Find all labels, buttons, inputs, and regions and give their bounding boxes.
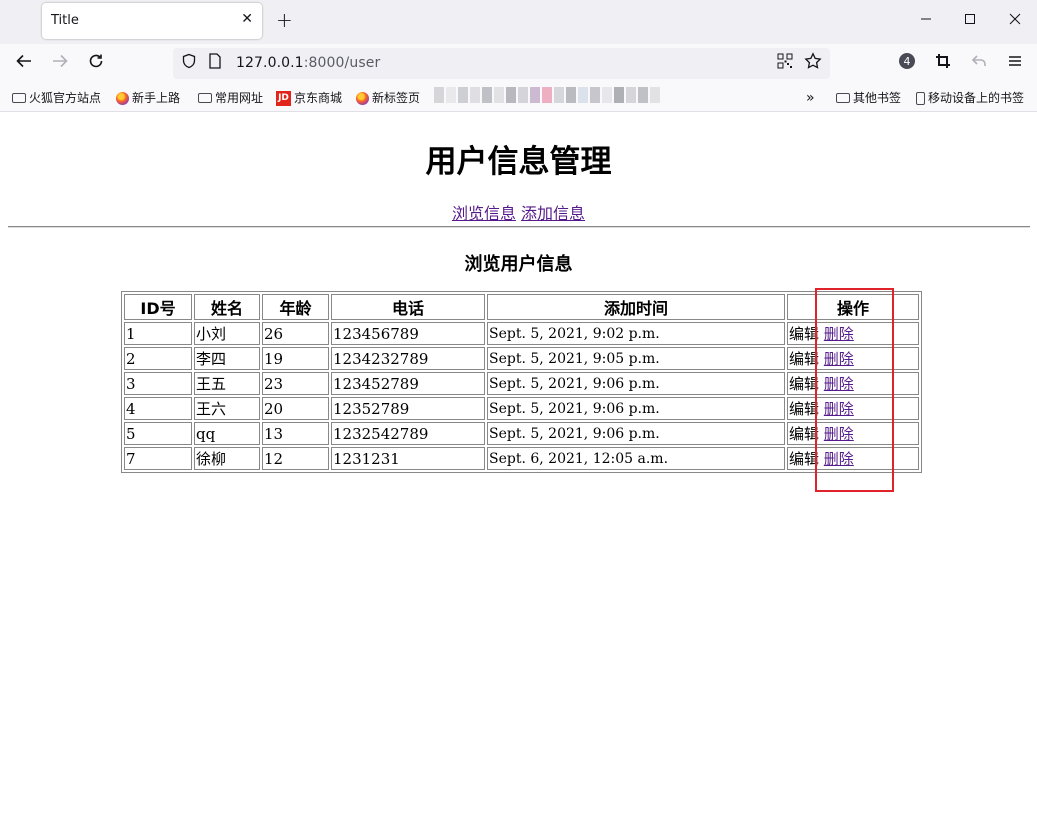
forward-icon[interactable] [48,52,72,76]
table-row: 7 徐柳 12 1231231 Sept. 6, 2021, 12:05 a.m… [124,447,919,470]
table-header-row: ID号 姓名 年龄 电话 添加时间 操作 [124,294,919,320]
cell-id: 5 [124,422,192,445]
table-row: 3 王五 23 123452789 Sept. 5, 2021, 9:06 p.… [124,372,919,395]
divider [8,226,1030,228]
table-row: 5 qq 13 1232542789 Sept. 5, 2021, 9:06 p… [124,422,919,445]
cell-age: 12 [262,447,329,470]
cell-age: 13 [262,422,329,445]
more-bookmarks-chevron-icon[interactable]: » [806,89,815,107]
bookmark-item[interactable]: 其他书签 [836,89,901,107]
folder-icon [198,92,212,103]
tab-close-icon[interactable]: ✕ [241,11,253,27]
redacted-bookmarks [434,87,662,105]
bookmark-item[interactable]: 新手上路 [116,89,180,107]
firefox-icon [356,92,369,105]
shield-icon[interactable] [177,52,201,76]
firefox-icon [116,92,129,105]
crop-icon[interactable] [931,52,955,76]
bookmark-label: 移动设备上的书签 [928,91,1025,105]
bookmark-item[interactable]: 新标签页 [356,89,420,107]
mobile-icon [916,92,925,105]
bookmark-item[interactable]: 常用网址 [198,89,263,107]
page-nav: 浏览信息 添加信息 [0,200,1037,224]
cell-age: 19 [262,347,329,370]
header-phone: 电话 [331,294,485,320]
maximize-icon[interactable] [950,6,990,36]
header-add-time: 添加时间 [487,294,785,320]
qr-code-icon[interactable] [773,52,797,76]
bookmark-label: 新手上路 [132,91,181,105]
table-row: 4 王六 20 12352789 Sept. 5, 2021, 9:06 p.m… [124,397,919,420]
cell-id: 3 [124,372,192,395]
url-host: 127.0.0.1 [236,55,304,71]
browse-info-link[interactable]: 浏览信息 [452,204,516,223]
cell-name: 李四 [194,347,260,370]
cell-age: 23 [262,372,329,395]
bookmark-label: 新标签页 [372,91,421,105]
cell-phone: 1234232789 [331,347,485,370]
header-id: ID号 [124,294,192,320]
back-icon[interactable] [12,52,36,76]
bookmark-label: 其他书签 [853,91,902,105]
close-window-icon[interactable] [995,6,1035,36]
menu-icon[interactable] [1003,52,1027,76]
url-text[interactable]: 127.0.0.1:8000/user [236,55,380,71]
cell-add-time: Sept. 5, 2021, 9:06 p.m. [487,397,785,420]
cell-add-time: Sept. 5, 2021, 9:05 p.m. [487,347,785,370]
browser-tab[interactable]: Title ✕ [42,3,262,39]
new-tab-icon[interactable]: + [276,8,293,32]
reload-icon[interactable] [84,52,108,76]
cell-add-time: Sept. 5, 2021, 9:02 p.m. [487,322,785,345]
page-icon[interactable] [203,52,227,76]
cell-name: 王六 [194,397,260,420]
bookmark-label: 火狐官方站点 [29,91,102,105]
cell-add-time: Sept. 5, 2021, 9:06 p.m. [487,372,785,395]
cell-phone: 12352789 [331,397,485,420]
cell-name: 小刘 [194,322,260,345]
undo-icon[interactable] [967,52,991,76]
cell-id: 2 [124,347,192,370]
cell-phone: 1232542789 [331,422,485,445]
cell-phone: 123452789 [331,372,485,395]
cell-add-time: Sept. 6, 2021, 12:05 a.m. [487,447,785,470]
users-table: ID号 姓名 年龄 电话 添加时间 操作 1 小刘 26 123456789 S… [121,291,922,473]
cell-id: 7 [124,447,192,470]
minimize-icon[interactable] [906,6,946,36]
jd-icon: JD [276,91,291,106]
bookmark-label: 京东商城 [294,91,343,105]
bookmark-star-icon[interactable] [801,52,825,76]
badge-count: 4 [904,55,911,68]
tab-title: Title [51,13,79,28]
cell-name: qq [194,422,260,445]
bookmark-item[interactable]: JD 京东商城 [276,89,342,107]
cell-name: 徐柳 [194,447,260,470]
cell-age: 26 [262,322,329,345]
account-badge-icon[interactable]: 4 [895,52,919,76]
address-bar[interactable]: 127.0.0.1:8000/user [173,48,830,79]
header-age: 年龄 [262,294,329,320]
highlight-box [815,288,894,492]
cell-age: 20 [262,397,329,420]
bookmark-label: 常用网址 [215,91,264,105]
cell-phone: 1231231 [331,447,485,470]
bookmark-item[interactable]: 移动设备上的书签 [916,89,1024,107]
cell-name: 王五 [194,372,260,395]
cell-add-time: Sept. 5, 2021, 9:06 p.m. [487,422,785,445]
cell-id: 4 [124,397,192,420]
table-row: 2 李四 19 1234232789 Sept. 5, 2021, 9:05 p… [124,347,919,370]
add-info-link[interactable]: 添加信息 [521,204,585,223]
folder-icon [12,92,26,103]
nav-bar: 127.0.0.1:8000/user 4 [0,44,1037,84]
tab-strip: Title ✕ + [0,0,1037,44]
table-row: 1 小刘 26 123456789 Sept. 5, 2021, 9:02 p.… [124,322,919,345]
bookmark-item[interactable]: 火狐官方站点 [12,89,101,107]
folder-icon [836,92,850,103]
section-subtitle: 浏览用户信息 [464,254,573,275]
page-title: 用户信息管理 [425,144,612,180]
header-name: 姓名 [194,294,260,320]
url-path: :8000/user [303,55,381,71]
cell-phone: 123456789 [331,322,485,345]
cell-id: 1 [124,322,192,345]
